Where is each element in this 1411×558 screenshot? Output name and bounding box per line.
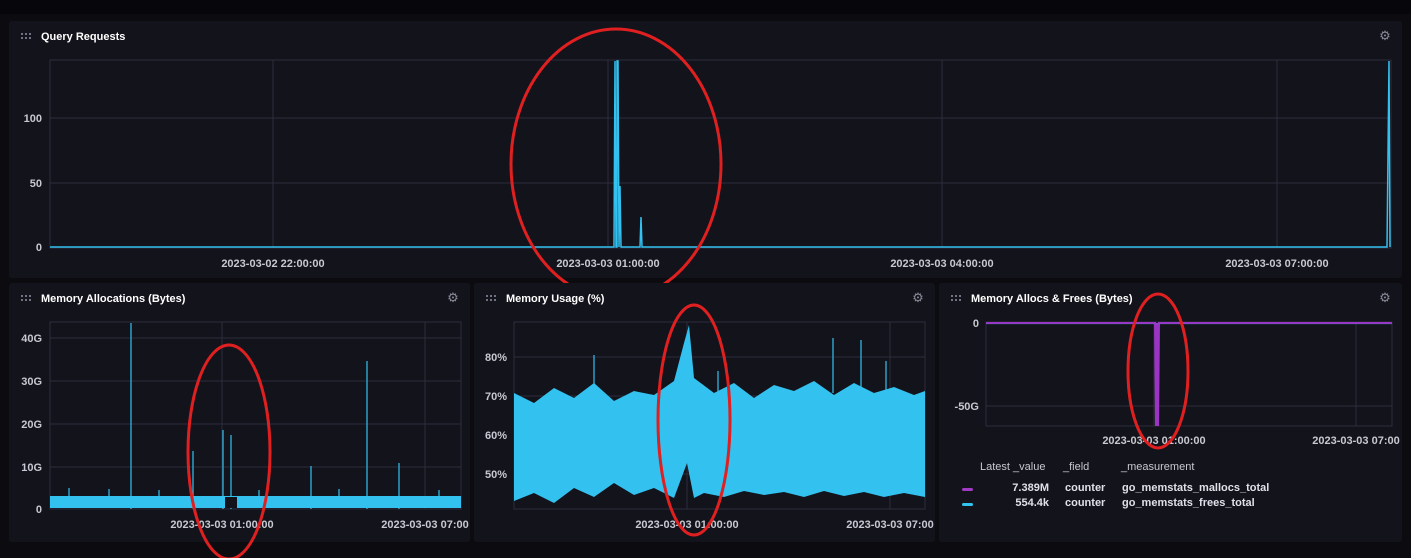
legend-value: 554.4k (1015, 497, 1049, 509)
y-tick: 40G (21, 333, 42, 345)
legend-field: counter (1065, 497, 1106, 509)
legend-measurement: go_memstats_mallocs_total (1122, 482, 1270, 494)
y-tick: 80% (485, 352, 507, 364)
x-tick: 2023-03-03 01:00:00 (1102, 435, 1205, 447)
memory-usage-panel: Memory Usage (%) ⚙ 80% 70% 60% 50% 2023-… (474, 283, 935, 542)
legend-swatch-frees (962, 503, 973, 506)
legend-header-field: _field (1063, 461, 1090, 473)
x-tick: 2023-03-02 22:00:00 (221, 258, 324, 270)
legend-swatch-mallocs (962, 488, 973, 491)
legend-value: 7.389M (1012, 482, 1049, 494)
y-tick: 100 (24, 113, 42, 125)
y-tick: 70% (485, 391, 507, 403)
memory-allocs-frees-panel: Memory Allocs & Frees (Bytes) ⚙ 0 -50G 2… (939, 283, 1402, 542)
query-requests-chart: 100 50 0 2023-03-02 22:00:00 2023-03-03 … (24, 27, 1392, 301)
x-tick: 2023-03-03 07:00 (846, 519, 933, 531)
usage-spikes (593, 338, 887, 393)
y-tick: 60% (485, 430, 507, 442)
y-tick: -50G (955, 401, 979, 413)
x-tick: 2023-03-03 01:00:00 (556, 258, 659, 270)
x-tick: 2023-03-03 01:00:00 (635, 519, 738, 531)
memory-allocations-panel: Memory Allocations (Bytes) ⚙ 40G 30G 20G… (9, 283, 470, 558)
legend-measurement: go_memstats_frees_total (1122, 497, 1255, 509)
y-tick: 50% (485, 469, 507, 481)
legend-header-value: Latest _value (980, 461, 1046, 473)
y-tick: 10G (21, 462, 42, 474)
y-tick: 30G (21, 376, 42, 388)
legend-header-measurement: _measurement (1121, 461, 1195, 473)
alloc-spikes (68, 323, 440, 509)
usage-series-band (514, 325, 925, 503)
x-tick: 2023-03-03 07:00 (381, 519, 468, 531)
y-tick: 0 (36, 504, 42, 516)
y-tick: 0 (36, 242, 42, 254)
x-tick: 2023-03-03 07:00 (1312, 435, 1399, 447)
top-bar (0, 0, 1411, 14)
y-tick: 20G (21, 419, 42, 431)
memory-allocations-chart: 40G 30G 20G 10G 0 2023-03-03 01:00:00 20… (21, 321, 469, 558)
y-tick: 50 (30, 178, 42, 190)
query-requests-panel: Query Requests ⚙ 100 50 0 2023-03-02 22:… (9, 21, 1402, 301)
x-tick: 2023-03-03 04:00:00 (890, 258, 993, 270)
memory-usage-chart: 80% 70% 60% 50% 2023-03-03 01:00:00 2023… (485, 303, 934, 537)
x-tick: 2023-03-03 07:00:00 (1225, 258, 1328, 270)
legend-field: counter (1065, 482, 1106, 494)
y-tick: 0 (973, 318, 979, 330)
